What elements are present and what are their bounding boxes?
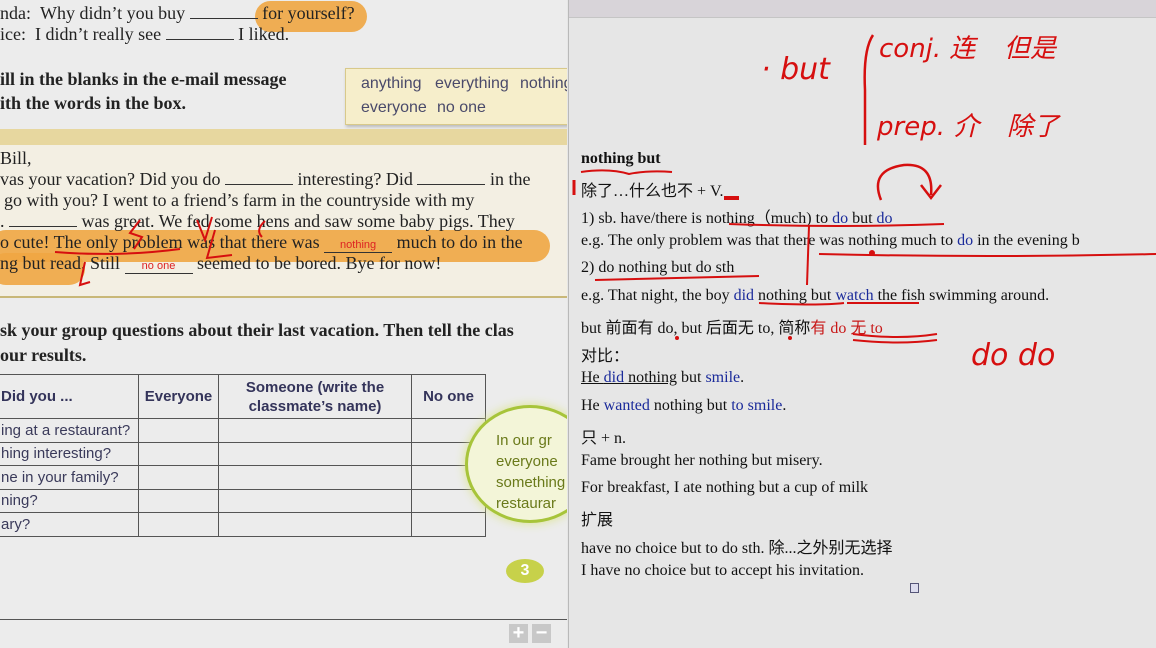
zoom-out-button[interactable]: − [532, 623, 551, 643]
dialogue-line-2: ice: I didn’t really see I liked. [0, 24, 290, 44]
divider [0, 619, 567, 620]
word: nothing [520, 75, 567, 92]
column-header: Someone (write the classmate’s name) [218, 374, 412, 419]
row-label: ning? [0, 488, 139, 513]
dialogue-line-1: nda: Why didn’t you buy for yourself? [0, 3, 355, 23]
word: anything [361, 75, 422, 92]
table-row: ning? [0, 488, 486, 513]
row-label: ne in your family? [0, 465, 139, 490]
textbook-page: nda: Why didn’t you buy for yourself? ic… [0, 0, 567, 648]
table-row: ing at a restaurant? [0, 418, 486, 443]
instruction-b-2: ith the words in the box. [0, 93, 187, 113]
table-row: ne in your family? [0, 465, 486, 490]
notes-document: · but conj. 连 但是 prep. 介 除了 do do nothin… [568, 0, 1156, 648]
instruction-c-2: our results. [0, 345, 87, 365]
word: everyone [361, 99, 427, 116]
email-message: Bill, vas your vacation? Did you do inte… [0, 145, 567, 298]
email-header-band [0, 129, 567, 145]
row-label: hing interesting? [0, 441, 139, 466]
word-box: anything everything nothing everyone no … [345, 68, 567, 125]
table-row: ary? [0, 512, 486, 537]
word: everything [435, 75, 509, 92]
handwritten-annotations [54, 216, 266, 287]
ink-annotations [572, 163, 1156, 344]
column-header: No one [411, 374, 486, 419]
survey-table: Did you ... Everyone Someone (write the … [0, 374, 486, 537]
zoom-in-button[interactable]: + [509, 623, 528, 643]
row-label: ing at a restaurant? [0, 418, 139, 443]
page-number: 3 [506, 559, 544, 583]
table-header-row: Did you ... Everyone Someone (write the … [0, 374, 486, 419]
column-header: Did you ... [0, 374, 139, 419]
instruction-c: sk your group questions about their last… [0, 320, 514, 340]
word: no one [437, 99, 486, 116]
row-label: ary? [0, 512, 139, 537]
column-header: Everyone [138, 374, 219, 419]
instruction-b: ill in the blanks in the e-mail message [0, 69, 287, 89]
table-row: hing interesting? [0, 441, 486, 466]
